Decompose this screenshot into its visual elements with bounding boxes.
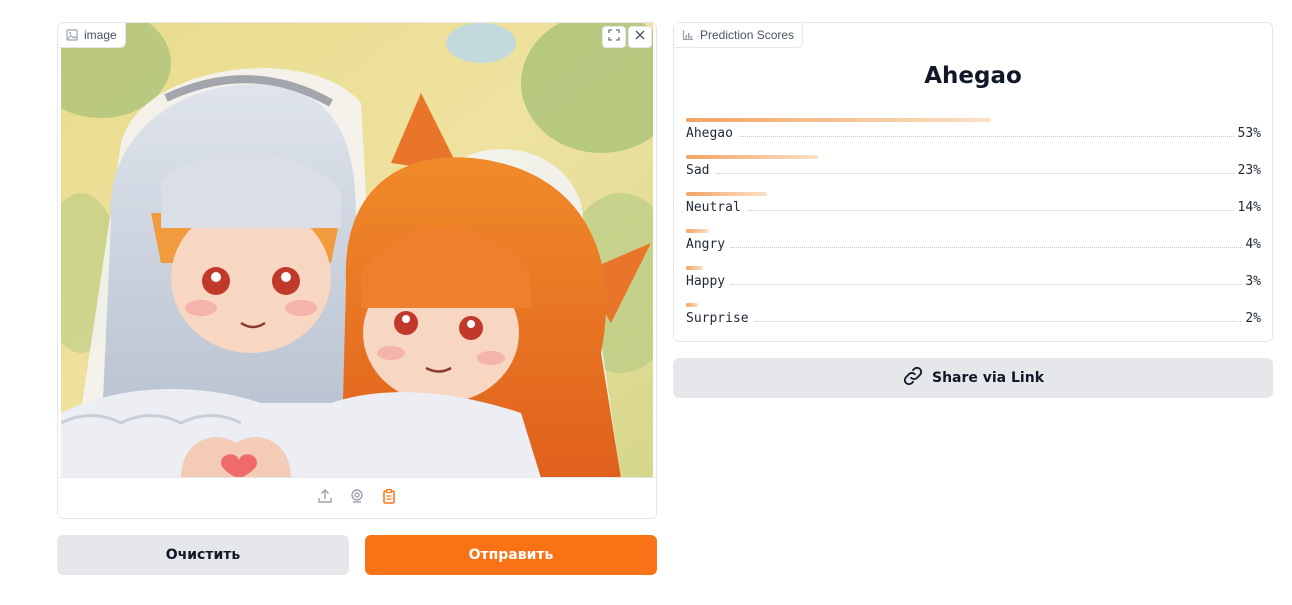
image-toolbar [602,26,652,48]
score-list: Ahegao 53% Sad 23% Neutral 14% Angry 4% Happy 3% S… [686,118,1261,340]
score-label: Ahegao [686,126,733,141]
score-bar [686,229,709,233]
score-leader-dots [715,173,1234,174]
score-value: 14% [1237,200,1261,215]
score-label: Sad [686,163,710,178]
clear-button[interactable]: Очистить [57,535,349,575]
score-value: 2% [1245,311,1261,326]
share-via-link-label: Share via Link [931,370,1044,386]
score-bar [686,155,818,159]
image-panel-label: image [58,23,126,48]
score-label: Surprise [686,311,749,326]
score-line: Angry 4% [686,237,1261,252]
clear-image-button[interactable] [628,26,652,48]
score-bar [686,118,991,122]
score-line: Neutral 14% [686,200,1261,215]
upload-button[interactable] [315,488,335,508]
fullscreen-icon [608,28,620,46]
score-value: 4% [1245,237,1261,252]
image-source-bar [58,477,656,518]
score-row: Neutral 14% [686,192,1261,229]
score-bar [686,192,767,196]
uploaded-image [61,23,653,478]
clipboard-icon [381,488,397,509]
score-line: Surprise 2% [686,311,1261,326]
prediction-panel-label-text: Prediction Scores [700,28,795,42]
score-row: Sad 23% [686,155,1261,192]
top-prediction-label: Ahegao [924,63,1022,89]
score-leader-dots [754,321,1242,322]
webcam-button[interactable] [347,488,367,508]
score-line: Sad 23% [686,163,1261,178]
prediction-panel-label: Prediction Scores [674,23,804,48]
submit-button[interactable]: Отправить [365,535,657,575]
score-leader-dots [731,284,1242,285]
close-icon [634,28,646,46]
score-line: Ahegao 53% [686,126,1261,141]
score-leader-dots [731,247,1242,248]
score-row: Surprise 2% [686,303,1261,340]
score-value: 53% [1237,126,1261,141]
score-label: Neutral [686,200,741,215]
share-via-link-button[interactable]: Share via Link [673,358,1273,398]
webcam-icon [349,488,365,509]
link-icon [902,365,924,391]
upload-icon [317,488,333,509]
image-panel-label-text: image [84,28,117,42]
score-row: Angry 4% [686,229,1261,266]
score-row: Ahegao 53% [686,118,1261,155]
clipboard-button[interactable] [379,488,399,508]
prediction-scores-panel: Prediction Scores Ahegao Ahegao 53% Sad 23%… [673,22,1273,342]
image-icon [66,29,78,41]
score-value: 23% [1237,163,1261,178]
score-line: Happy 3% [686,274,1261,289]
score-bar [686,303,698,307]
score-value: 3% [1245,274,1261,289]
score-leader-dots [746,210,1234,211]
fullscreen-button[interactable] [602,26,626,48]
bar-chart-icon [682,29,694,41]
score-leader-dots [738,136,1234,137]
score-row: Happy 3% [686,266,1261,303]
score-label: Angry [686,237,726,252]
score-bar [686,266,703,270]
image-input-panel: image [57,22,657,519]
score-label: Happy [686,274,726,289]
